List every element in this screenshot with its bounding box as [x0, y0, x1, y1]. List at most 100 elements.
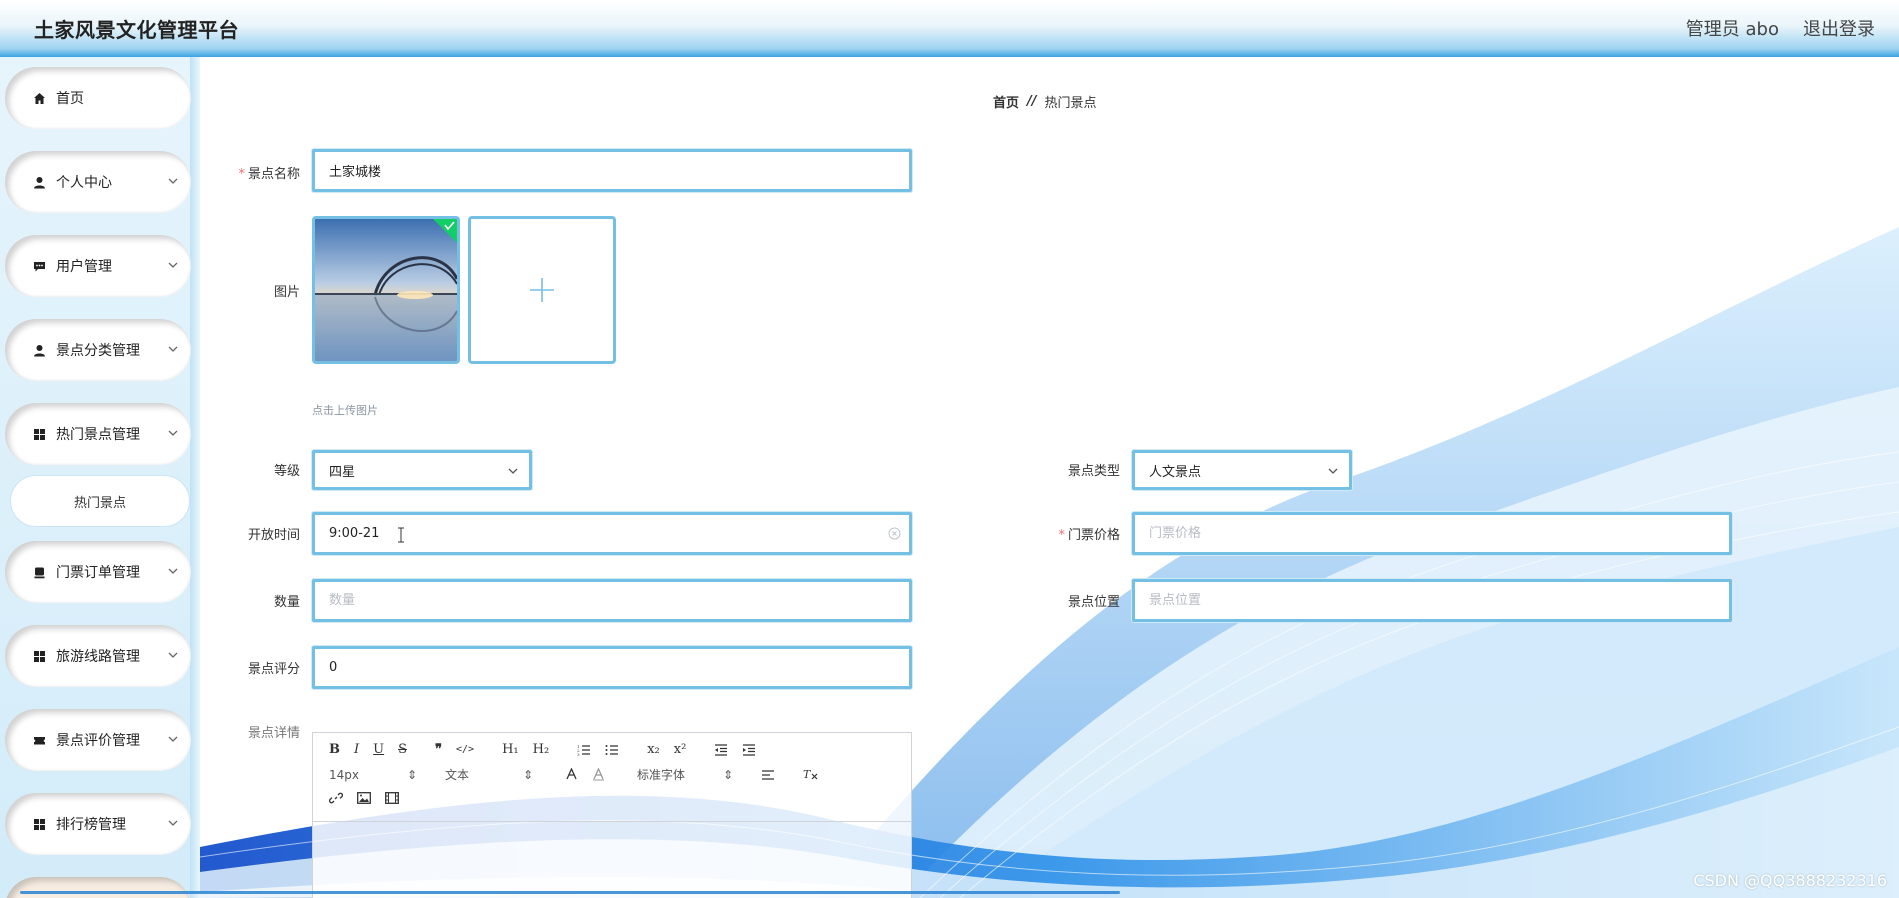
italic-button[interactable]: I — [354, 742, 359, 757]
logout-link[interactable]: 退出登录 — [1803, 15, 1875, 41]
rich-text-editor[interactable]: B I U S ❞ </> H₁ H₂ 123 x₂ x² 14px ⇕ 文本 … — [312, 732, 912, 898]
code-button[interactable]: </> — [456, 744, 474, 755]
upload-tip: 点击上传图片 — [312, 404, 378, 417]
quote-button[interactable]: ❞ — [435, 742, 442, 757]
h1-button[interactable]: H₁ — [502, 742, 519, 757]
price-input[interactable] — [1135, 515, 1729, 552]
sidebar-item-rankings[interactable]: 排行榜管理 — [5, 793, 191, 855]
open-time-label: 开放时间 — [200, 524, 300, 543]
font-family-select[interactable]: 标准字体 ⇕ — [637, 766, 733, 783]
sidebar-item-ticket-orders[interactable]: 门票订单管理 — [5, 541, 191, 603]
breadcrumb-separator: // — [1027, 94, 1037, 109]
strike-button[interactable]: S — [398, 742, 407, 757]
type-select[interactable]: 人文景点 — [1132, 450, 1352, 490]
clear-format-button[interactable]: T — [803, 768, 819, 781]
grade-select-value: 四星 — [329, 464, 356, 480]
sidebar: 首页 个人中心 用户管理 景点分类管理 热门景点管理 热门景点 门票订单管理 旅… — [0, 57, 200, 898]
location-label: 景点位置 — [1010, 591, 1120, 610]
underline-button[interactable]: U — [373, 742, 384, 757]
sidebar-item-partial[interactable] — [5, 877, 191, 898]
font-color-button[interactable] — [565, 768, 578, 781]
sidebar-item-home[interactable]: 首页 — [5, 67, 191, 129]
clear-icon[interactable] — [888, 527, 901, 540]
link-icon — [329, 792, 343, 804]
user-area: 管理员 abo 退出登录 — [1686, 15, 1875, 41]
rating-input[interactable] — [315, 649, 909, 686]
grid-icon — [33, 428, 46, 441]
upload-add-button[interactable] — [468, 216, 616, 364]
align-button[interactable] — [761, 769, 775, 781]
ordered-list-icon: 123 — [577, 744, 591, 756]
editor-divider — [313, 821, 911, 822]
ticket-icon — [33, 566, 46, 579]
quantity-label-text: 数量 — [273, 595, 300, 610]
image-button[interactable] — [357, 792, 371, 804]
plus-icon — [530, 278, 554, 302]
text-cursor-icon — [398, 527, 404, 543]
image-label-text: 图片 — [273, 285, 300, 300]
user-icon — [33, 176, 46, 189]
rating-label: 景点评分 — [200, 658, 300, 677]
sidebar-item-label: 热门景点管理 — [56, 427, 140, 443]
editor-toolbar-row-2: 14px ⇕ 文本 ⇕ 标准字体 ⇕ T — [329, 766, 819, 783]
svg-text:T: T — [803, 768, 812, 781]
chevron-down-icon — [168, 568, 178, 574]
detail-label: 景点详情 — [200, 722, 300, 741]
open-time-field[interactable] — [312, 512, 912, 555]
sidebar-item-label: 旅游线路管理 — [56, 649, 140, 665]
bullet-list-icon — [605, 744, 619, 755]
price-label: * 门票价格 — [1010, 524, 1120, 543]
quantity-field[interactable] — [312, 579, 912, 622]
sidebar-item-user-management[interactable]: 用户管理 — [5, 235, 191, 297]
type-select-value: 人文景点 — [1149, 464, 1202, 480]
chevron-down-icon — [508, 468, 518, 474]
h2-button[interactable]: H₂ — [533, 742, 550, 757]
uploaded-image-thumbnail[interactable] — [312, 216, 460, 364]
sidebar-item-hot-spots-management[interactable]: 热门景点管理 — [5, 403, 191, 465]
font-color-icon — [566, 768, 577, 780]
grid-icon — [33, 818, 46, 831]
ordered-list-button[interactable]: 123 — [577, 744, 591, 756]
indent-button[interactable] — [742, 743, 756, 756]
form-content: 首页 // 热门景点 *景点名称 图片 — [200, 57, 1899, 898]
quantity-input[interactable] — [315, 582, 909, 619]
chevron-down-icon — [168, 430, 178, 436]
bold-button[interactable]: B — [329, 742, 340, 757]
bridge-photo — [315, 219, 457, 361]
align-left-icon — [762, 769, 774, 780]
sidebar-item-label: 用户管理 — [56, 259, 112, 275]
breadcrumb-home[interactable]: 首页 — [993, 92, 1019, 111]
font-size-select[interactable]: 14px ⇕ — [329, 768, 417, 782]
submenu-item-hot-spots[interactable]: 热门景点 — [11, 476, 189, 526]
sidebar-item-category-management[interactable]: 景点分类管理 — [5, 319, 191, 381]
video-button[interactable] — [385, 792, 399, 804]
location-input[interactable] — [1135, 582, 1729, 619]
outdent-icon — [715, 743, 728, 756]
chat-icon — [33, 260, 46, 273]
text-style-select[interactable]: 文本 ⇕ — [445, 766, 533, 783]
editor-toolbar-row-3 — [329, 791, 399, 805]
superscript-button[interactable]: x² — [674, 742, 687, 757]
name-input[interactable] — [315, 152, 909, 189]
horizontal-scrollbar[interactable] — [20, 891, 1120, 894]
grade-select[interactable]: 四星 — [312, 450, 532, 490]
sidebar-item-reviews[interactable]: 景点评价管理 — [5, 709, 191, 771]
price-label-text: 门票价格 — [1067, 528, 1120, 543]
location-field[interactable] — [1132, 579, 1732, 622]
rating-label-text: 景点评分 — [247, 662, 300, 677]
sidebar-item-travel-routes[interactable]: 旅游线路管理 — [5, 625, 191, 687]
rating-field[interactable] — [312, 646, 912, 689]
svg-text:3: 3 — [577, 752, 580, 756]
highlight-icon — [593, 768, 604, 781]
outdent-button[interactable] — [714, 743, 728, 756]
subscript-button[interactable]: x₂ — [647, 742, 660, 757]
price-field[interactable] — [1132, 512, 1732, 555]
link-button[interactable] — [329, 791, 343, 805]
background-color-button[interactable] — [592, 768, 605, 781]
bullet-list-button[interactable] — [605, 744, 619, 756]
editor-toolbar-row-1: B I U S ❞ </> H₁ H₂ 123 x₂ x² — [329, 742, 756, 757]
chevron-down-icon — [168, 652, 178, 658]
sidebar-item-personal-center[interactable]: 个人中心 — [5, 151, 191, 213]
name-field[interactable] — [312, 149, 912, 192]
sidebar-item-label: 首页 — [56, 91, 84, 107]
